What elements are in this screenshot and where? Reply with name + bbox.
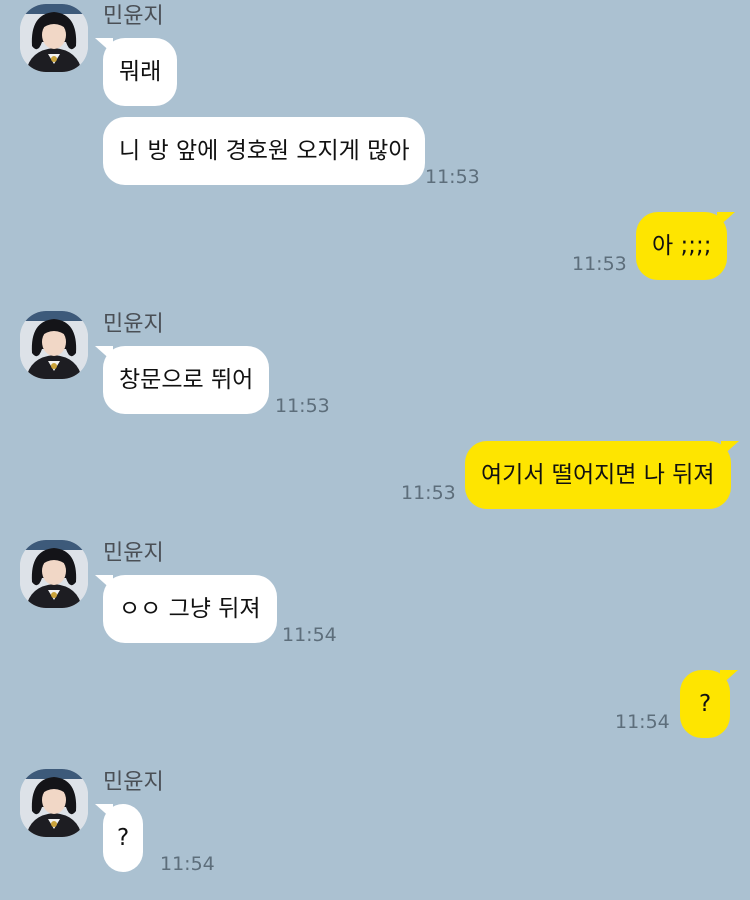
message-timestamp: 11:54 [615, 711, 670, 733]
message-text: 여기서 떨어지면 나 뒤져 [481, 462, 715, 488]
sender-name: 민윤지 [103, 770, 164, 795]
bubble-tail-icon [720, 670, 739, 686]
message-text: 뭐래 [119, 59, 162, 85]
sender-name: 민윤지 [103, 541, 164, 566]
bubble-tail-icon [95, 575, 113, 591]
message-timestamp: 11:53 [572, 253, 627, 275]
message-bubble-incoming[interactable]: 창문으로 뛰어 [95, 346, 270, 414]
message-text: 창문으로 뛰어 [119, 367, 254, 393]
sender-name: 민윤지 [103, 312, 164, 337]
message-text: ? [699, 691, 712, 717]
sender-avatar[interactable] [20, 311, 88, 379]
message-bubble-incoming[interactable]: 니 방 앞에 경호원 오지게 많아 [103, 117, 426, 185]
bubble-tail-icon [717, 212, 736, 228]
bubble-tail-icon [95, 346, 113, 362]
message-timestamp: 11:53 [425, 166, 480, 188]
message-bubble-outgoing[interactable]: 여기서 떨어지면 나 뒤져 [465, 441, 739, 509]
sender-avatar[interactable] [20, 769, 88, 837]
profile-photo-icon [20, 311, 88, 379]
message-text: ? [117, 825, 130, 851]
profile-photo-icon [20, 4, 88, 72]
message-text: ㅇㅇ 그냥 뒤져 [119, 596, 261, 622]
message-timestamp: 11:54 [160, 853, 215, 875]
message-bubble-outgoing[interactable]: ? [680, 670, 739, 738]
message-bubble-incoming[interactable]: ? [95, 804, 144, 872]
message-timestamp: 11:53 [401, 482, 456, 504]
bubble-tail-icon [95, 804, 113, 820]
message-timestamp: 11:53 [275, 395, 330, 417]
sender-avatar[interactable] [20, 4, 88, 72]
message-bubble-outgoing[interactable]: 아 ;;;; [636, 212, 736, 280]
message-bubble-incoming[interactable]: 뭐래 [95, 38, 178, 106]
profile-photo-icon [20, 540, 88, 608]
sender-name: 민윤지 [103, 4, 164, 29]
message-text: 아 ;;;; [652, 233, 712, 259]
message-text: 니 방 앞에 경호원 오지게 많아 [119, 138, 410, 164]
message-timestamp: 11:54 [282, 624, 337, 646]
message-bubble-incoming[interactable]: ㅇㅇ 그냥 뒤져 [95, 575, 277, 643]
bubble-tail-icon [720, 441, 739, 457]
profile-photo-icon [20, 769, 88, 837]
sender-avatar[interactable] [20, 540, 88, 608]
bubble-tail-icon [95, 38, 113, 54]
